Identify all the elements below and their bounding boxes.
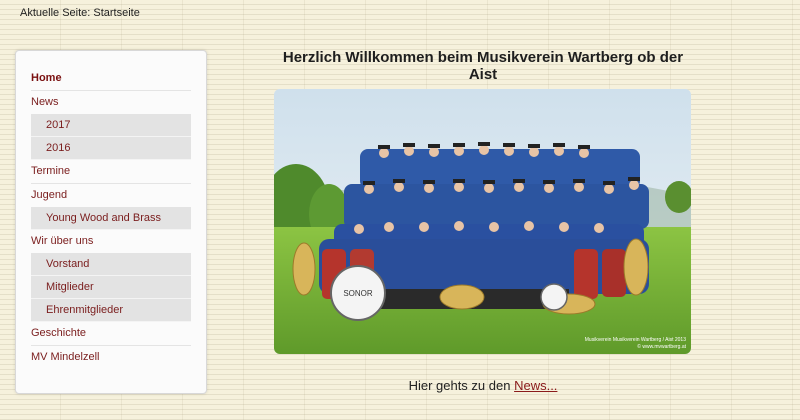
nav-sub-mitglieder[interactable]: Mitglieder [31, 276, 191, 299]
nav-item-geschichte[interactable]: Geschichte [31, 322, 191, 346]
band-photo-illustration: SONOR Musikverein Musikverein Wartberg /… [274, 89, 691, 354]
bass-drum: SONOR [330, 265, 386, 321]
nav-item-wir-ueber-uns[interactable]: Wir über uns [31, 230, 191, 253]
page-title: Herzlich Willkommen beim Musikverein War… [282, 49, 684, 83]
band-group-photo: SONOR Musikverein Musikverein Wartberg /… [274, 89, 691, 354]
nav-item-termine[interactable]: Termine [31, 160, 191, 184]
photo-caption-line-1: Musikverein Musikverein Wartberg / Aist … [585, 337, 686, 343]
nav-sub-young-wood-and-brass[interactable]: Young Wood and Brass [31, 207, 191, 230]
nav-sub-vorstand[interactable]: Vorstand [31, 253, 191, 276]
news-link[interactable]: News... [514, 378, 557, 393]
nav-item-news[interactable]: News [31, 91, 191, 114]
nav-item-jugend[interactable]: Jugend [31, 184, 191, 207]
nav-sub-2016[interactable]: 2016 [31, 137, 191, 160]
news-teaser-text: Hier gehts zu den [408, 378, 515, 393]
nav-item-mv-mindelzell[interactable]: MV Mindelzell [31, 346, 191, 369]
breadcrumb: Aktuelle Seite: Startseite [20, 7, 140, 19]
photo-caption-line-2: © www.mvwartberg.at [637, 343, 686, 350]
nav-sub-ehrenmitglieder[interactable]: Ehrenmitglieder [31, 299, 191, 322]
svg-text:SONOR: SONOR [343, 289, 373, 298]
news-teaser: Hier gehts zu den News... [273, 378, 693, 393]
nav-sub-2017[interactable]: 2017 [31, 114, 191, 137]
nav-item-home[interactable]: Home [31, 67, 191, 91]
sidebar-nav: Home News 2017 2016 Termine Jugend Young… [15, 50, 207, 394]
